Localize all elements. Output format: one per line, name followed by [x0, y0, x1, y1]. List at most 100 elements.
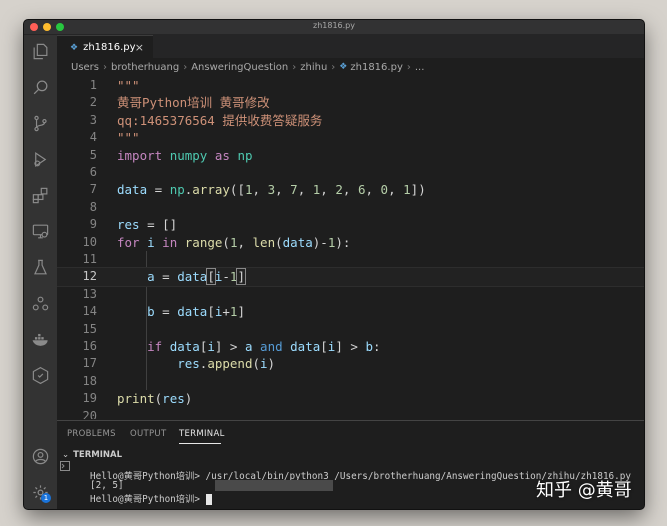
terminal-prompt-line[interactable]: Hello@黄哥Python培训>	[90, 491, 212, 505]
line-number: 6	[89, 165, 97, 179]
account-icon[interactable]	[30, 446, 51, 467]
extensions-icon[interactable]	[30, 185, 51, 206]
code-text: import numpy as np	[117, 147, 253, 163]
line-number: 8	[89, 199, 97, 214]
active-tab-underline	[179, 443, 221, 444]
code-text: if data[i] > a and data[i] > b:	[147, 339, 381, 354]
breadcrumb: Users › brotherhuang › AnsweringQuestion…	[57, 58, 644, 76]
testing-icon[interactable]	[30, 257, 51, 278]
code-text: data = np.array([1, 3, 7, 1, 2, 6, 0, 1]…	[117, 182, 426, 198]
line-number: 14	[82, 304, 97, 319]
terminal-output-line: [2, 5]	[90, 480, 333, 491]
code-line[interactable]: 16 if data[i] > a and data[i] > b:	[57, 338, 644, 355]
source-control-icon[interactable]	[30, 113, 51, 134]
code-line[interactable]: 20	[57, 408, 644, 419]
code-line[interactable]: 12 a = data[i-1]	[57, 267, 644, 287]
code-text: """	[117, 130, 140, 146]
vscode-window: zh1816.py 1 ❖ zh1816.py × Users › brothe…	[24, 20, 644, 509]
line-number: 13	[82, 286, 97, 301]
tab-label: zh1816.py	[83, 42, 136, 53]
terminal-section-header[interactable]: ⌄ TERMINAL	[62, 450, 122, 460]
line-number: 12	[82, 269, 97, 284]
code-text: res = []	[117, 217, 178, 233]
python-file-icon: ❖	[339, 62, 348, 72]
tab-problems[interactable]: PROBLEMS	[67, 429, 116, 439]
terminal-header-label: TERMINAL	[73, 450, 123, 460]
code-line[interactable]: 9 res = []	[57, 216, 644, 233]
docker-icon[interactable]	[30, 329, 51, 350]
explorer-icon[interactable]	[30, 41, 51, 62]
code-line[interactable]: 6	[57, 164, 644, 181]
breadcrumb-item[interactable]: AnsweringQuestion	[191, 62, 288, 73]
code-text: qq:1465376564 提供收费答疑服务	[117, 112, 323, 128]
gitlens-icon[interactable]	[30, 365, 51, 386]
settings-gear-icon[interactable]: 1	[30, 482, 51, 503]
line-number: 9	[89, 217, 97, 232]
code-text: b = data[i+1]	[147, 304, 245, 320]
code-line[interactable]: 13	[57, 286, 644, 303]
breadcrumb-item[interactable]: zhihu	[300, 62, 327, 73]
code-line[interactable]: 4 """	[57, 129, 644, 146]
line-number: 16	[82, 339, 97, 353]
line-number: 4	[89, 130, 97, 145]
code-text: for i in range(1, len(data)-1):	[117, 234, 351, 250]
code-line[interactable]: 14 b = data[i+1]	[57, 303, 644, 320]
search-icon[interactable]	[30, 77, 51, 98]
code-line[interactable]: 10 for i in range(1, len(data)-1):	[57, 234, 644, 251]
code-line[interactable]: 15	[57, 321, 644, 338]
code-line[interactable]: 5 import numpy as np	[57, 147, 644, 164]
chevron-right-icon: ›	[331, 61, 336, 73]
line-number: 10	[82, 234, 97, 249]
breadcrumb-item[interactable]: zh1816.py	[350, 62, 402, 73]
code-text: a = data[i-1]	[147, 268, 246, 286]
chevron-down-icon: ⌄	[62, 450, 70, 460]
tab-terminal[interactable]: TERMINAL	[179, 429, 225, 439]
chevron-right-icon: ›	[103, 61, 108, 73]
code-line[interactable]: 17 res.append(i)	[57, 355, 644, 372]
watermark: 知乎 @黄哥	[536, 480, 632, 501]
chevron-right-icon: ›	[292, 61, 297, 73]
terminal-cursor	[205, 494, 212, 505]
code-editor[interactable]: 1 """ 2 黄哥Python培训 黄哥修改 3 qq:1465376564 提供收费答…	[57, 76, 644, 419]
line-number: 3	[89, 112, 97, 127]
title-bar: zh1816.py	[24, 20, 644, 35]
live-share-icon[interactable]	[30, 293, 51, 314]
line-number: 20	[82, 408, 97, 419]
code-line[interactable]: 7 data = np.array([1, 3, 7, 1, 2, 6, 0, 1…	[57, 181, 644, 198]
terminal-icon	[60, 461, 70, 471]
line-number: 5	[89, 147, 97, 162]
close-tab-icon[interactable]: ×	[135, 41, 144, 54]
remote-explorer-icon[interactable]	[30, 221, 51, 242]
tab-zh1816-py[interactable]: ❖ zh1816.py ×	[57, 35, 153, 59]
code-line[interactable]: 1 """	[57, 77, 644, 94]
tab-output[interactable]: OUTPUT	[130, 429, 166, 439]
breadcrumb-item[interactable]: ...	[415, 62, 425, 73]
run-debug-icon[interactable]	[30, 149, 51, 170]
line-number: 18	[82, 373, 97, 388]
code-line[interactable]: 3 qq:1465376564 提供收费答疑服务	[57, 112, 644, 129]
code-text: print(res)	[117, 391, 193, 407]
code-line[interactable]: 11	[57, 251, 644, 268]
line-number: 17	[82, 356, 97, 371]
line-number: 19	[82, 391, 97, 406]
code-line[interactable]: 18	[57, 373, 644, 390]
breadcrumb-item[interactable]: Users	[71, 62, 99, 73]
settings-badge: 1	[41, 493, 51, 503]
code-text: 黄哥Python培训 黄哥修改	[117, 95, 270, 111]
code-line[interactable]: 2 黄哥Python培训 黄哥修改	[57, 94, 644, 111]
editor-tab-bar: ❖ zh1816.py ×	[57, 35, 644, 59]
line-number: 15	[82, 321, 97, 336]
line-number: 7	[89, 182, 97, 197]
code-line[interactable]: 19 print(res)	[57, 390, 644, 407]
code-text: """	[117, 78, 140, 93]
activity-bar: 1	[24, 35, 57, 509]
line-number: 2	[89, 95, 97, 110]
line-number: 11	[82, 252, 97, 266]
window-title: zh1816.py	[313, 21, 355, 30]
redaction-bar	[214, 480, 333, 491]
python-file-icon: ❖	[70, 42, 79, 53]
chevron-right-icon: ›	[183, 61, 188, 73]
code-line[interactable]: 8	[57, 199, 644, 216]
breadcrumb-item[interactable]: brotherhuang	[111, 62, 179, 73]
line-number: 1	[89, 78, 97, 92]
